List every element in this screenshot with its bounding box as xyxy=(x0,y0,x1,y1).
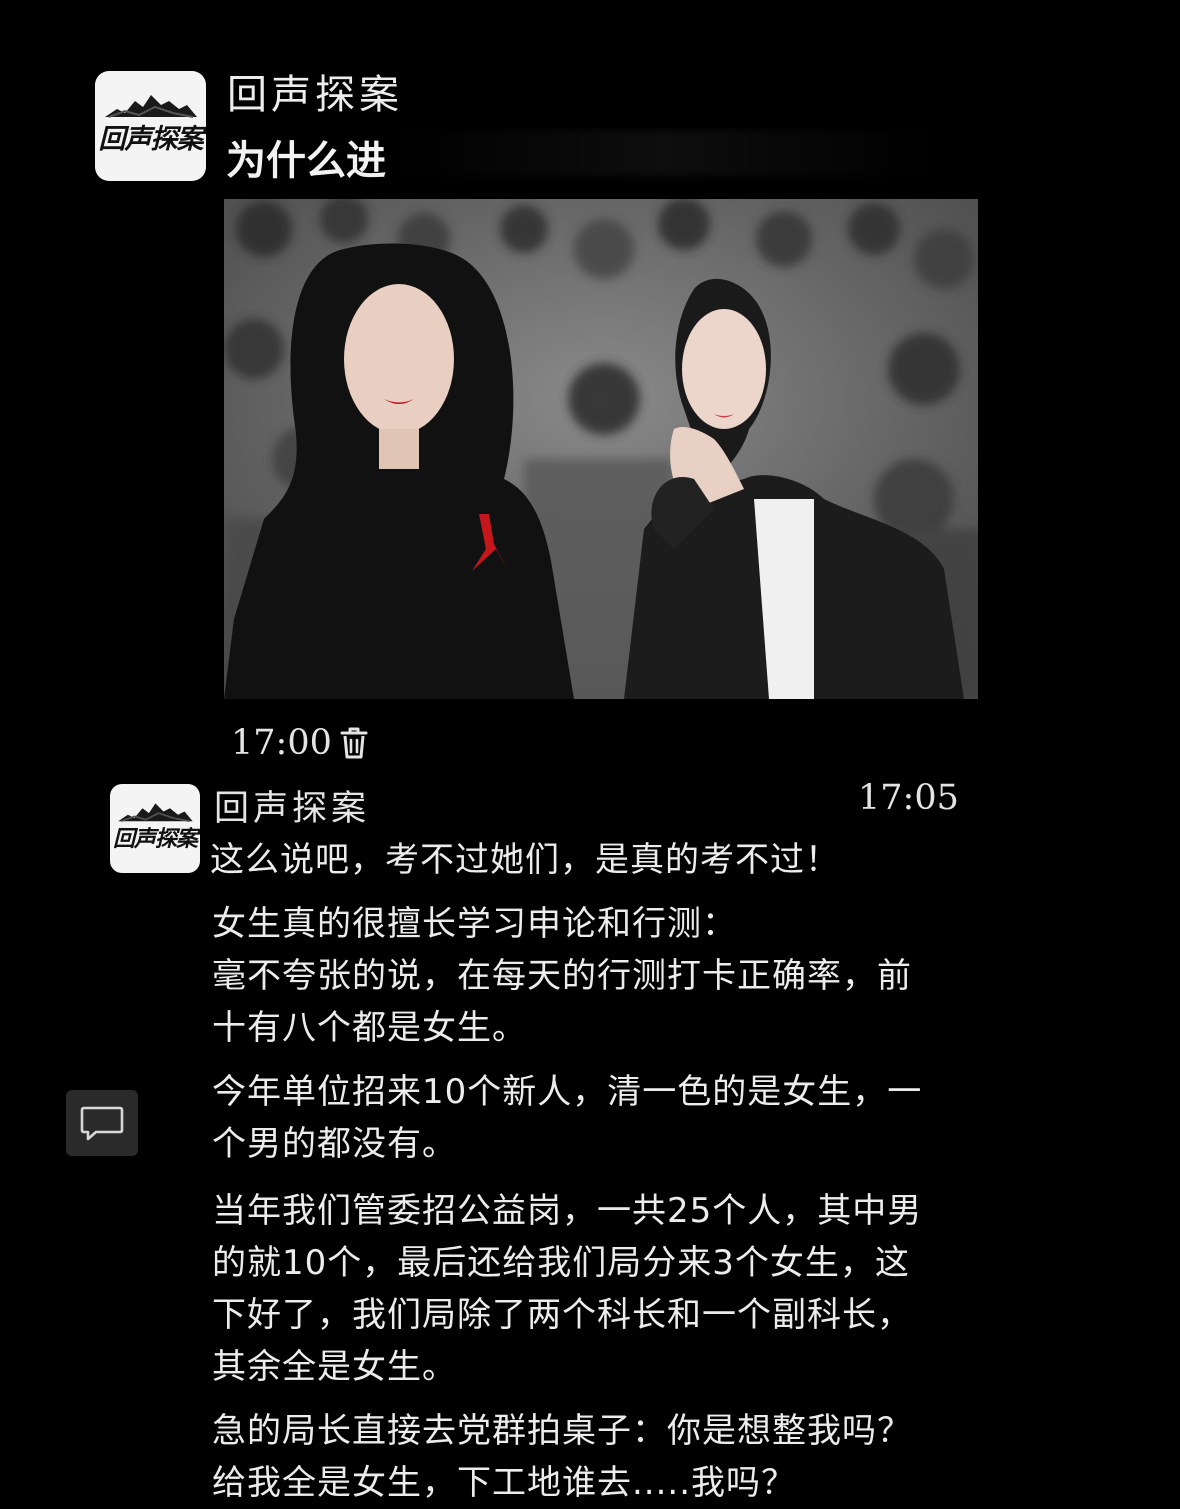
comment-paragraph: 女生真的很擅长学习申论和行测： 毫不夸张的说，在每天的行测打卡正确率，前 十有八… xyxy=(212,898,1012,1054)
text-line: 其余全是女生。 xyxy=(212,1347,457,1387)
text-line: 给我全是女生，下工地谁去.....我吗？ xyxy=(212,1463,797,1503)
logo-text: 回声探案 xyxy=(112,827,198,852)
text-line: 急的局长直接去党群拍桌子：你是想整我吗？ xyxy=(212,1411,912,1451)
text-line: 当年我们管委招公益岗，一共25个人，其中男 xyxy=(212,1191,923,1231)
comment-paragraph: 这么说吧，考不过她们，是真的考不过！ xyxy=(210,834,1010,886)
post-image[interactable] xyxy=(224,199,978,699)
comment-paragraph: 当年我们管委招公益岗，一共25个人，其中男 的就10个，最后还给我们局分来3个女… xyxy=(212,1185,1012,1393)
text-line: 下好了，我们局除了两个科长和一个副科长， xyxy=(212,1295,912,1335)
post-time: 17:00 xyxy=(231,723,332,763)
text-line: 今年单位招来10个新人，清一色的是女生，一 xyxy=(212,1072,923,1112)
comment-paragraph: 今年单位招来10个新人，清一色的是女生，一 个男的都没有。 xyxy=(212,1066,1012,1170)
text-line: 个男的都没有。 xyxy=(212,1124,457,1164)
comment-time: 17:05 xyxy=(858,778,959,818)
logo-text: 回声探案 xyxy=(98,124,204,155)
account-avatar[interactable]: 回声探案 xyxy=(95,71,206,181)
text-line: 的就10个，最后还给我们局分来3个女生，这 xyxy=(212,1243,910,1283)
text-line: 毫不夸张的说，在每天的行测打卡正确率，前 xyxy=(212,956,912,996)
comment-icon xyxy=(80,1106,124,1141)
crowd-photo-illustration xyxy=(224,199,978,699)
comment-button[interactable] xyxy=(66,1090,138,1156)
comment-avatar[interactable]: 回声探案 xyxy=(110,784,200,873)
text-line: 女生真的很擅长学习申论和行测： xyxy=(212,904,737,944)
comment-paragraph: 急的局长直接去党群拍桌子：你是想整我吗？ 给我全是女生，下工地谁去.....我吗… xyxy=(212,1405,1012,1509)
trash-icon[interactable] xyxy=(338,726,370,760)
text-line: 这么说吧，考不过她们，是真的考不过！ xyxy=(210,840,840,880)
text-line: 十有八个都是女生。 xyxy=(212,1008,527,1048)
post-title[interactable]: 为什么进 xyxy=(226,128,926,184)
comment-author[interactable]: 回声探案 xyxy=(214,780,370,831)
post-title-text: 为什么进 xyxy=(226,138,386,184)
account-name[interactable]: 回声探案 xyxy=(227,62,403,120)
title-blur-mask xyxy=(394,130,926,176)
